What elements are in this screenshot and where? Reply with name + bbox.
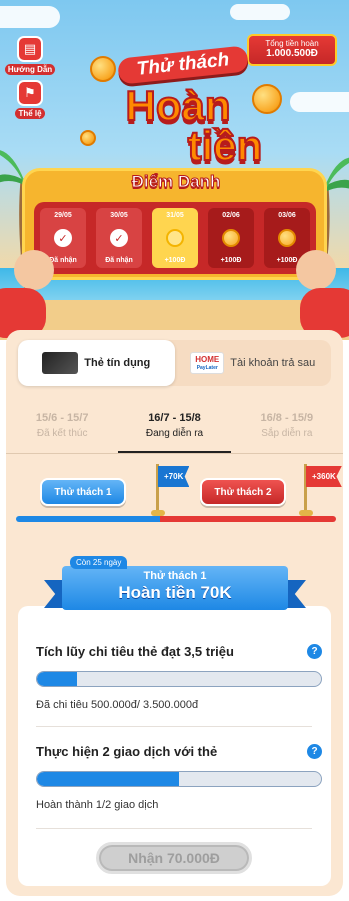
- tab-credit-card[interactable]: Thẻ tín dụng: [18, 340, 175, 386]
- checkin-date: 29/05: [54, 212, 72, 219]
- total-refund-badge[interactable]: Tổng tiền hoàn 1.000.500Đ: [247, 34, 337, 66]
- task-item: Tích lũy chi tiêu thẻ đạt 3,5 triệu ? Đã…: [36, 644, 322, 711]
- hero-title-big-2: tiền: [187, 121, 264, 170]
- hand-left: [14, 250, 54, 290]
- checkin-status: Đã nhận: [105, 257, 133, 264]
- claim-reward-button[interactable]: Nhận 70.000Đ: [96, 842, 252, 874]
- hero-banner: ▤ Hướng Dẫn ⚑ Thể lệ Tổng tiền hoàn 1.00…: [0, 0, 349, 340]
- period-status: Sắp diễn ra: [261, 428, 313, 439]
- checkin-day[interactable]: 02/06 +100Đ: [208, 208, 254, 268]
- task-title: Tích lũy chi tiêu thẻ đạt 3,5 triệu: [36, 644, 234, 659]
- period-next[interactable]: 16/8 - 15/9 Sắp diễn ra: [231, 412, 343, 453]
- task-progress-bar: [36, 771, 322, 787]
- task-title: Thực hiện 2 giao dịch với thẻ: [36, 744, 218, 759]
- challenge-1-button[interactable]: Thử thách 1: [40, 478, 126, 506]
- task-card: Tích lũy chi tiêu thẻ đạt 3,5 triệu ? Đã…: [18, 606, 331, 886]
- period-current[interactable]: 16/7 - 15/8 Đang diễn ra: [118, 412, 231, 453]
- coin-icon: [80, 130, 96, 146]
- credit-card-icon: [42, 352, 79, 374]
- flag-icon: ⚑: [17, 80, 43, 106]
- period-range: 16/7 - 15/8: [148, 412, 201, 424]
- cloud: [290, 92, 349, 112]
- checkin-date: 31/05: [166, 212, 184, 219]
- checkin-date: 03/06: [278, 212, 296, 219]
- guide-button[interactable]: ▤ Hướng Dẫn: [4, 36, 56, 75]
- checkin-status: +100Đ: [220, 257, 242, 264]
- task-progress-fill: [37, 672, 77, 686]
- task-detail: Hoàn thành 1/2 giao dịch: [36, 799, 159, 811]
- cloud: [0, 6, 60, 28]
- period-status: Đã kết thúc: [36, 428, 88, 439]
- home-logo-text: HOME: [195, 355, 220, 364]
- challenge-ribbon: Thử thách 1 Hoàn tiền 70K: [44, 566, 306, 614]
- track-progress-line: [16, 516, 336, 522]
- checkin-date: 30/05: [110, 212, 128, 219]
- ribbon-title: Hoàn tiền 70K: [118, 583, 232, 602]
- checkin-title: Điểm Danh: [131, 172, 221, 192]
- total-refund-value: 1.000.500Đ: [266, 48, 318, 59]
- flag-pole-base: [151, 510, 165, 516]
- challenge-2-button[interactable]: Thử thách 2: [200, 478, 286, 506]
- hero-title-small: Thử thách: [116, 45, 250, 85]
- check-icon: ✓: [110, 229, 128, 247]
- help-icon[interactable]: ?: [307, 644, 322, 659]
- days-left-badge: Còn 25 ngày: [70, 556, 128, 569]
- coin-icon: [222, 229, 240, 247]
- check-icon: ✓: [54, 229, 72, 247]
- checkin-status: +100Đ: [164, 257, 186, 264]
- coin-icon: [166, 229, 184, 247]
- period-range: 15/6 - 15/7: [35, 412, 89, 424]
- paylater-logo-text: PayLater: [196, 365, 218, 371]
- tab-paylater-label: Tài khoản trả sau: [230, 357, 316, 369]
- period-range: 16/8 - 15/9: [260, 412, 314, 424]
- total-refund-label: Tổng tiền hoàn: [265, 39, 319, 48]
- task-progress-bar: [36, 671, 322, 687]
- reward-flag-2: +360K: [306, 466, 342, 487]
- checkin-date: 02/06: [222, 212, 240, 219]
- coin-icon: [90, 56, 116, 82]
- help-icon[interactable]: ?: [307, 744, 322, 759]
- reward-flag-1: +70K: [158, 466, 190, 487]
- checkin-day[interactable]: 30/05 ✓ Đã nhận: [96, 208, 142, 268]
- product-tabs: Thẻ tín dụng HOME PayLater Tài khoản trả …: [18, 340, 331, 386]
- challenge-panel: Thẻ tín dụng HOME PayLater Tài khoản trả …: [6, 330, 343, 896]
- period-tabs: 15/6 - 15/7 Đã kết thúc 16/7 - 15/8 Đang…: [6, 412, 343, 454]
- task-progress-fill: [37, 772, 179, 786]
- rules-button[interactable]: ⚑ Thể lệ: [12, 80, 48, 119]
- period-status: Đang diễn ra: [145, 428, 204, 439]
- flag-pole-base: [299, 510, 313, 516]
- checkin-days: 29/05 ✓ Đã nhận 30/05 ✓ Đã nhận 31/05 +1…: [34, 202, 316, 274]
- hand-right: [296, 250, 336, 290]
- checkin-status: Đã nhận: [49, 257, 77, 264]
- tab-credit-card-label: Thẻ tín dụng: [84, 357, 151, 369]
- rules-label: Thể lệ: [15, 108, 45, 119]
- cloud: [230, 4, 290, 20]
- tab-paylater[interactable]: HOME PayLater Tài khoản trả sau: [175, 340, 332, 386]
- ribbon-subtitle: Thử thách 1: [143, 570, 207, 582]
- task-detail: Đã chi tiêu 500.000đ/ 3.500.000đ: [36, 699, 199, 711]
- challenge-track: Thử thách 1 +70K Thử thách 2 +360K: [16, 464, 342, 530]
- home-paylater-logo: HOME PayLater: [190, 352, 225, 374]
- divider: [36, 828, 312, 829]
- task-item: Thực hiện 2 giao dịch với thẻ ? Hoàn thà…: [36, 744, 322, 811]
- ribbon-body: Thử thách 1 Hoàn tiền 70K: [62, 566, 288, 610]
- period-past[interactable]: 15/6 - 15/7 Đã kết thúc: [6, 412, 118, 453]
- checkin-status: +100Đ: [276, 257, 298, 264]
- checkin-day-today[interactable]: 31/05 +100Đ: [152, 208, 198, 268]
- divider: [36, 726, 312, 727]
- guide-label: Hướng Dẫn: [4, 64, 56, 75]
- book-icon: ▤: [17, 36, 43, 62]
- coin-icon: [278, 229, 296, 247]
